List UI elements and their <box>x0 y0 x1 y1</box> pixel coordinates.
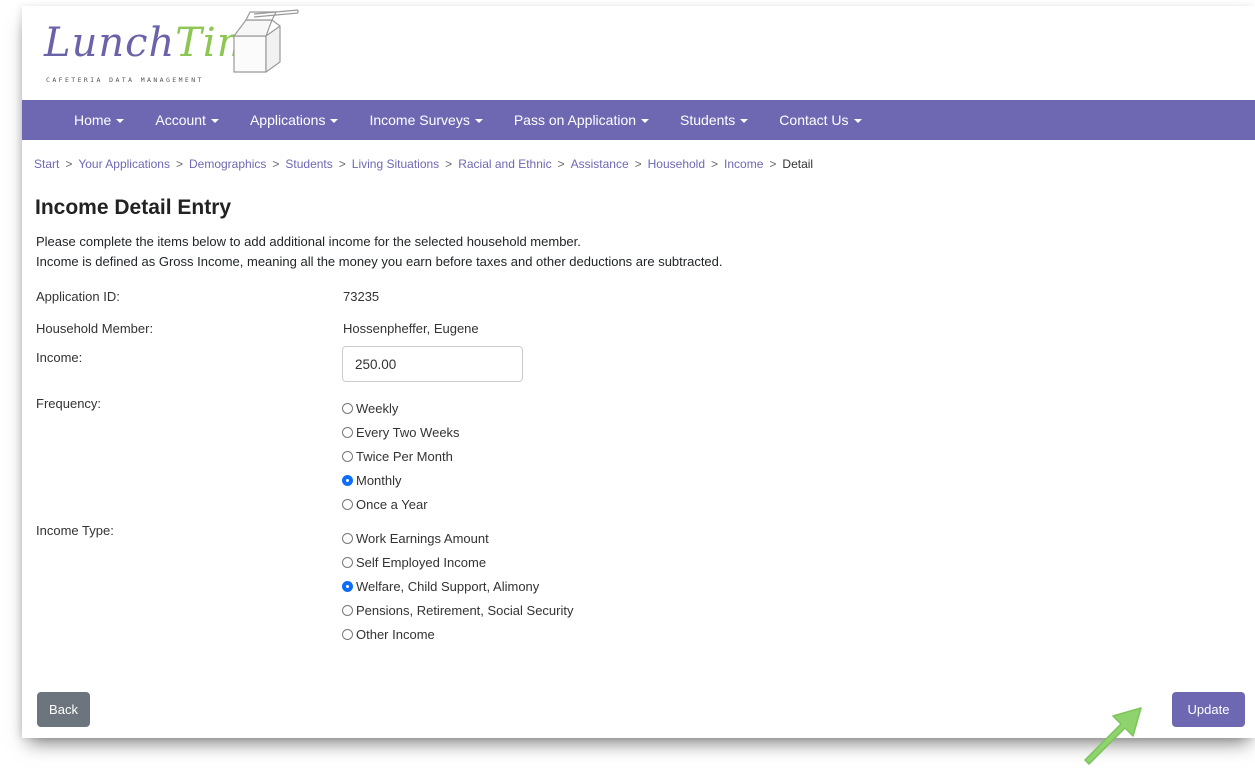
nav-contact-us-label: Contact Us <box>779 112 849 128</box>
breadcrumb-demographics[interactable]: Demographics <box>189 157 266 171</box>
breadcrumb-separator: > <box>445 157 453 171</box>
nav-home[interactable]: Home <box>74 112 125 128</box>
breadcrumb: Start > Your Applications > Demographics… <box>34 157 813 171</box>
breadcrumb-separator: > <box>272 157 280 171</box>
breadcrumb-students[interactable]: Students <box>285 157 332 171</box>
caret-down-icon <box>641 118 650 123</box>
radio-unchecked-icon[interactable] <box>342 426 353 438</box>
breadcrumb-separator: > <box>711 157 719 171</box>
caret-down-icon <box>210 118 219 123</box>
radio-unchecked-icon[interactable] <box>342 556 353 568</box>
breadcrumb-assistance[interactable]: Assistance <box>571 157 629 171</box>
frequency-radio-group: Weekly Every Two Weeks Twice Per Month M… <box>342 396 460 516</box>
income-type-label: Income Type: <box>36 523 114 538</box>
frequency-option-label: Once a Year <box>356 496 428 512</box>
breadcrumb-your-applications[interactable]: Your Applications <box>78 157 170 171</box>
radio-unchecked-icon[interactable] <box>342 532 353 544</box>
income-type-option-other[interactable]: Other Income <box>342 622 573 646</box>
breadcrumb-separator: > <box>769 157 777 171</box>
nav-income-surveys[interactable]: Income Surveys <box>369 112 483 128</box>
breadcrumb-separator: > <box>338 157 346 171</box>
frequency-label: Frequency: <box>36 396 102 411</box>
milk-carton-icon <box>233 9 299 73</box>
radio-checked-icon[interactable] <box>342 580 353 592</box>
breadcrumb-racial-and-ethnic[interactable]: Racial and Ethnic <box>458 157 551 171</box>
income-type-option-self-employed[interactable]: Self Employed Income <box>342 550 573 574</box>
income-type-option-label: Pensions, Retirement, Social Security <box>356 602 574 618</box>
income-type-option-welfare[interactable]: Welfare, Child Support, Alimony <box>342 574 573 598</box>
breadcrumb-household[interactable]: Household <box>648 157 705 171</box>
income-type-option-label: Welfare, Child Support, Alimony <box>356 578 540 594</box>
breadcrumb-living-situations[interactable]: Living Situations <box>352 157 439 171</box>
radio-unchecked-icon[interactable] <box>342 628 353 640</box>
income-type-radio-group: Work Earnings Amount Self Employed Incom… <box>342 526 573 646</box>
nav-applications-label: Applications <box>249 112 326 128</box>
nav-pass-on-application-label: Pass on Application <box>513 112 637 128</box>
frequency-option-every-two-weeks[interactable]: Every Two Weeks <box>342 420 460 444</box>
caret-down-icon <box>116 118 125 123</box>
breadcrumb-income[interactable]: Income <box>724 157 763 171</box>
intro-line-1: Please complete the items below to add a… <box>36 234 581 249</box>
income-type-option-pensions[interactable]: Pensions, Retirement, Social Security <box>342 598 573 622</box>
pointer-arrow-icon <box>1084 707 1142 765</box>
frequency-option-label: Twice Per Month <box>356 448 453 464</box>
application-id-label: Application ID: <box>36 289 120 304</box>
nav-students[interactable]: Students <box>680 112 749 128</box>
page-title: Income Detail Entry <box>35 196 232 219</box>
frequency-option-label: Weekly <box>356 400 399 416</box>
breadcrumb-separator: > <box>634 157 642 171</box>
radio-unchecked-icon[interactable] <box>342 450 353 462</box>
frequency-option-label: Every Two Weeks <box>356 424 460 440</box>
nav-income-surveys-label: Income Surveys <box>369 112 470 128</box>
nav-students-label: Students <box>680 112 736 128</box>
income-type-option-work-earnings[interactable]: Work Earnings Amount <box>342 526 573 550</box>
radio-unchecked-icon[interactable] <box>342 604 353 616</box>
nav-pass-on-application[interactable]: Pass on Application <box>513 112 650 128</box>
household-member-label: Household Member: <box>36 321 154 336</box>
application-id-value: 73235 <box>343 289 380 304</box>
radio-unchecked-icon[interactable] <box>342 498 353 510</box>
frequency-option-once-a-year[interactable]: Once a Year <box>342 492 460 516</box>
frequency-option-monthly[interactable]: Monthly <box>342 468 460 492</box>
logo-tagline: CAFETERIA DATA MANAGEMENT <box>46 76 204 84</box>
caret-down-icon <box>740 118 749 123</box>
breadcrumb-current: Detail <box>782 157 814 171</box>
frequency-option-weekly[interactable]: Weekly <box>342 396 460 420</box>
income-type-option-label: Work Earnings Amount <box>356 530 489 546</box>
income-input[interactable] <box>342 346 523 382</box>
nav-account[interactable]: Account <box>155 112 219 128</box>
intro-line-2: Income is defined as Gross Income, meani… <box>36 254 723 269</box>
caret-down-icon <box>853 118 862 123</box>
frequency-option-twice-per-month[interactable]: Twice Per Month <box>342 444 460 468</box>
caret-down-icon <box>474 118 483 123</box>
income-type-option-label: Self Employed Income <box>356 554 487 570</box>
breadcrumb-start[interactable]: Start <box>34 157 59 171</box>
household-member-value: Hossenpheffer, Eugene <box>343 321 479 336</box>
breadcrumb-separator: > <box>557 157 565 171</box>
breadcrumb-separator: > <box>175 157 183 171</box>
logo-lunch: Lunch <box>44 20 176 66</box>
intro-text: Please complete the items below to add a… <box>36 232 723 272</box>
lunchtime-logo[interactable]: LunchTime CAFETERIA DATA MANAGEMENT <box>36 6 299 98</box>
nav-contact-us[interactable]: Contact Us <box>779 112 862 128</box>
income-type-option-label: Other Income <box>356 626 435 642</box>
radio-unchecked-icon[interactable] <box>342 402 353 414</box>
nav-account-label: Account <box>155 112 206 128</box>
back-button[interactable]: Back <box>37 692 90 727</box>
nav-home-label: Home <box>74 112 112 128</box>
radio-checked-icon[interactable] <box>342 474 353 486</box>
main-navbar: Home Account Applications Income Surveys… <box>22 100 1255 140</box>
income-label: Income: <box>36 350 83 365</box>
frequency-option-label: Monthly <box>356 472 402 488</box>
update-button[interactable]: Update <box>1172 692 1245 727</box>
nav-applications[interactable]: Applications <box>250 112 339 128</box>
caret-down-icon <box>330 118 339 123</box>
breadcrumb-separator: > <box>65 157 73 171</box>
page-frame: LunchTime CAFETERIA DATA MANAGEMENT Home… <box>22 6 1255 738</box>
